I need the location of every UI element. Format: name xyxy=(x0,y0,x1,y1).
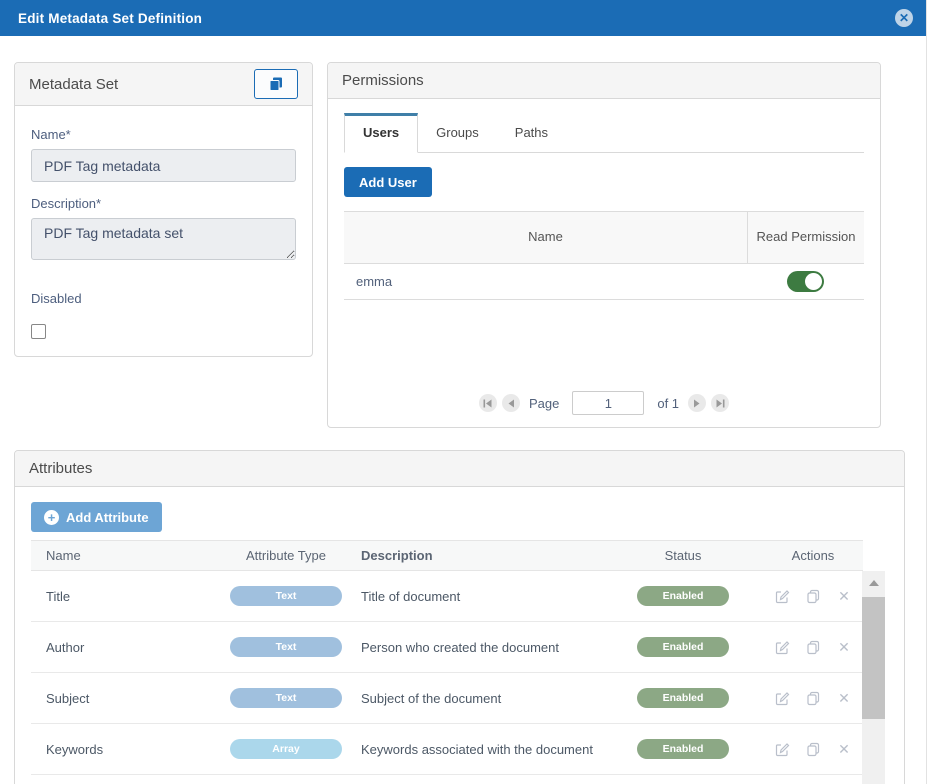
column-header-description: Description xyxy=(361,548,433,563)
column-header-name: Name xyxy=(46,548,81,563)
attributes-panel: Attributes + Add Attribute Name Attribut… xyxy=(14,450,905,784)
metadata-set-panel-header: Metadata Set xyxy=(15,63,312,106)
delete-icon[interactable]: ✕ xyxy=(836,690,852,706)
column-header-read-permission: Read Permission xyxy=(747,212,864,263)
copy-icon xyxy=(268,76,284,92)
tab-paths[interactable]: Paths xyxy=(497,114,566,152)
previous-page-button[interactable] xyxy=(501,394,520,412)
last-page-button[interactable] xyxy=(711,394,730,412)
modal-title-bar: Edit Metadata Set Definition ✕ xyxy=(0,0,926,36)
attribute-type-badge: Array xyxy=(230,739,342,759)
copy-icon[interactable] xyxy=(805,588,821,604)
status-badge: Enabled xyxy=(637,586,729,606)
page-of-label: of 1 xyxy=(657,395,680,411)
pagination: Page of 1 xyxy=(328,391,880,415)
modal-title: Edit Metadata Set Definition xyxy=(18,10,203,26)
tab-users[interactable]: Users xyxy=(344,113,419,153)
name-label: Name* xyxy=(31,127,71,142)
attribute-row: Subject Text Subject of the document Ena… xyxy=(31,673,863,724)
delete-icon[interactable]: ✕ xyxy=(836,588,852,604)
page-label: Page xyxy=(528,395,560,411)
add-user-button[interactable]: Add User xyxy=(344,167,432,197)
attribute-name: Subject xyxy=(46,690,90,706)
column-header-status: Status xyxy=(664,548,702,563)
plus-icon: + xyxy=(44,509,59,525)
attribute-row: Keywords Array Keywords associated with … xyxy=(31,724,863,775)
attribute-type-badge: Text xyxy=(230,637,342,657)
name-field[interactable] xyxy=(31,149,296,182)
permissions-table-header: Name Read Permission xyxy=(344,212,864,264)
attribute-type-badge: Text xyxy=(230,688,342,708)
edit-icon[interactable] xyxy=(774,741,790,757)
edit-icon[interactable] xyxy=(774,588,790,604)
attribute-description: Subject of the document xyxy=(361,690,502,706)
metadata-set-panel: Metadata Set Name* Description* PDF Tag … xyxy=(14,62,313,357)
metadata-set-panel-title: Metadata Set xyxy=(29,75,119,93)
delete-icon[interactable]: ✕ xyxy=(836,639,852,655)
status-badge: Enabled xyxy=(637,637,729,657)
user-name: emma xyxy=(356,274,393,289)
attributes-table: Name Attribute Type Description Status A… xyxy=(31,540,863,775)
attributes-table-header: Name Attribute Type Description Status A… xyxy=(31,540,863,571)
permissions-panel: Permissions Users Groups Paths Add User … xyxy=(327,62,881,428)
metadata-set-form: Name* Description* PDF Tag metadata set … xyxy=(15,127,312,339)
permission-row: emma xyxy=(344,264,864,300)
edit-icon[interactable] xyxy=(774,639,790,655)
toggle-knob xyxy=(805,273,822,290)
attribute-type-badge: Text xyxy=(230,586,342,606)
attribute-row: Title Text Title of document Enabled ✕ xyxy=(31,571,863,622)
add-attribute-label: Add Attribute xyxy=(66,509,149,525)
copy-icon[interactable] xyxy=(805,639,821,655)
tab-groups[interactable]: Groups xyxy=(418,114,497,152)
attribute-row: Author Text Person who created the docum… xyxy=(31,622,863,673)
scrollbar-up-arrow-icon[interactable] xyxy=(868,580,879,586)
first-page-button[interactable] xyxy=(478,394,497,412)
next-page-button[interactable] xyxy=(688,394,707,412)
attribute-name: Author xyxy=(46,639,85,655)
column-header-attribute-type: Attribute Type xyxy=(246,548,326,563)
permissions-table: Name Read Permission emma xyxy=(344,211,864,300)
clone-metadata-set-button[interactable] xyxy=(254,69,298,99)
attribute-description: Keywords associated with the document xyxy=(361,741,593,757)
edit-metadata-set-modal: Edit Metadata Set Definition ✕ Metadata … xyxy=(0,0,927,784)
close-icon[interactable]: ✕ xyxy=(895,9,913,27)
disabled-label: Disabled xyxy=(31,291,82,306)
column-header-name: Name xyxy=(528,229,563,245)
scrollbar-thumb[interactable] xyxy=(862,597,885,719)
copy-icon[interactable] xyxy=(805,690,821,706)
attribute-description: Title of document xyxy=(361,588,461,604)
permissions-panel-header: Permissions xyxy=(328,63,880,99)
attributes-panel-header: Attributes xyxy=(15,451,904,487)
description-field[interactable]: PDF Tag metadata set xyxy=(31,218,296,260)
attribute-name: Title xyxy=(46,588,71,604)
read-permission-toggle[interactable] xyxy=(787,271,824,292)
attributes-panel-title: Attributes xyxy=(29,460,93,477)
disabled-checkbox[interactable] xyxy=(31,324,46,339)
attribute-name: Keywords xyxy=(46,741,104,757)
copy-icon[interactable] xyxy=(805,741,821,757)
attribute-description: Person who created the document xyxy=(361,639,560,655)
status-badge: Enabled xyxy=(637,688,729,708)
permissions-panel-title: Permissions xyxy=(342,72,424,89)
delete-icon[interactable]: ✕ xyxy=(836,741,852,757)
description-label: Description* xyxy=(31,196,102,211)
status-badge: Enabled xyxy=(637,739,729,759)
add-attribute-button[interactable]: + Add Attribute xyxy=(31,502,162,532)
attributes-scrollbar[interactable] xyxy=(862,571,885,784)
edit-icon[interactable] xyxy=(774,690,790,706)
page-number-input[interactable] xyxy=(572,391,645,415)
permissions-tabs: Users Groups Paths xyxy=(344,113,864,153)
column-header-actions: Actions xyxy=(791,548,835,563)
